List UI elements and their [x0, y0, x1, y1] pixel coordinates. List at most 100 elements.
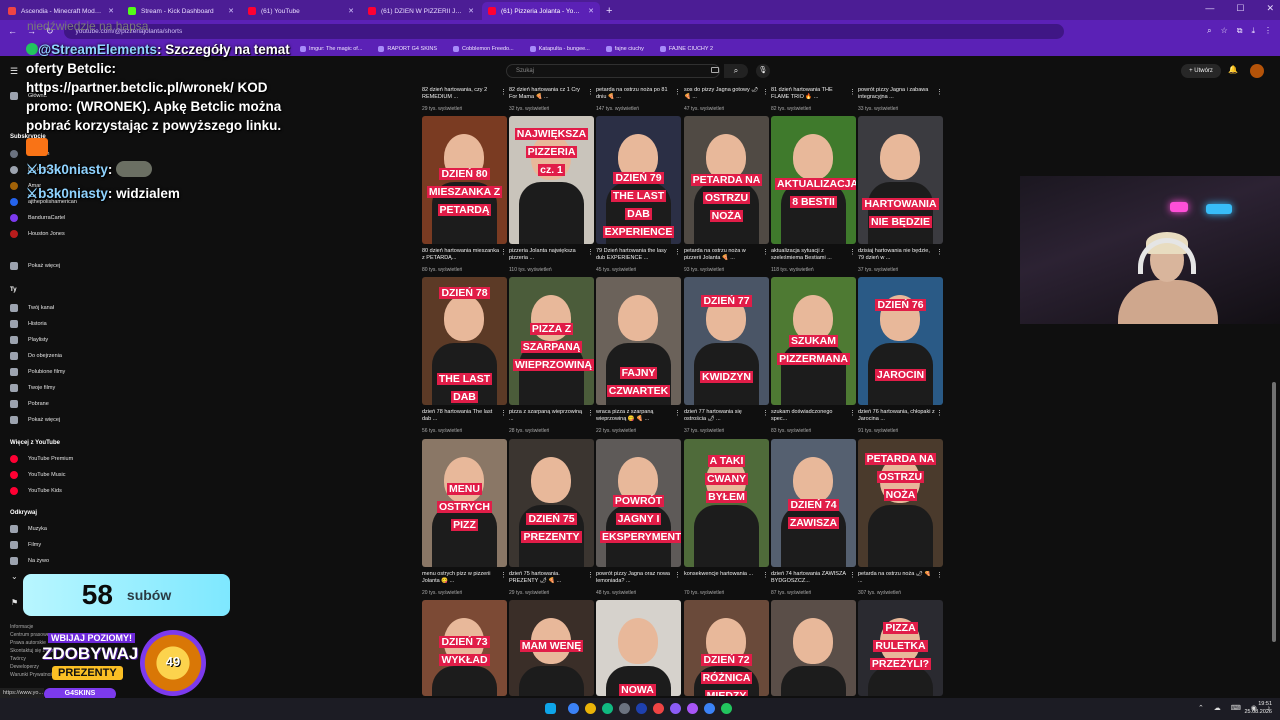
download-icon[interactable]: ⤓ — [1251, 26, 1255, 36]
short-thumbnail[interactable]: HARTOWANIA NIE BĘDZIE — [858, 116, 943, 244]
taskbar-app-icon[interactable] — [704, 703, 715, 714]
short-thumbnail[interactable]: DZIEŃ 75 PREZENTY — [509, 439, 594, 567]
maximize-button[interactable]: ☐ — [1236, 3, 1244, 14]
short-title[interactable]: dzień 75 hartowania. PREZENTY 🌶 🍕 ... — [509, 571, 587, 585]
more-options-icon[interactable]: ⋮ — [849, 409, 856, 417]
star-icon[interactable]: ☆ — [1221, 26, 1228, 36]
taskbar-app-icon[interactable] — [568, 703, 579, 714]
tab-close-icon[interactable]: ✕ — [228, 7, 234, 15]
sidebar-item[interactable]: YouTube Premium — [10, 455, 73, 463]
short-thumbnail[interactable]: A TAKI CWANY BYŁEM — [684, 439, 769, 567]
chevron-down-icon[interactable]: ⌄ — [11, 572, 18, 581]
more-options-icon[interactable]: ⋮ — [500, 571, 507, 579]
more-options-icon[interactable]: ⋮ — [936, 248, 943, 256]
short-thumbnail[interactable]: PETARDA NA OSTRZU NOŻA — [684, 116, 769, 244]
short-thumbnail[interactable] — [771, 600, 856, 696]
more-options-icon[interactable]: ⋮ — [936, 88, 946, 96]
short-thumbnail[interactable]: DZIEŃ 73 WYKŁAD — [422, 600, 507, 696]
taskbar-app-icon[interactable] — [602, 703, 613, 714]
short-title[interactable]: petarda na ostrzu noża w pizzerii Jolant… — [684, 248, 762, 262]
short-thumbnail[interactable]: MAM WENĘ — [509, 600, 594, 696]
short-title[interactable]: petarda na ostrzu noża po 81 dniu 🍕 ... — [596, 87, 674, 101]
sidebar-item[interactable]: Playlisty — [10, 336, 48, 344]
short-thumbnail[interactable]: MENU OSTRYCH PIZZ — [422, 439, 507, 567]
more-options-icon[interactable]: ⋮ — [849, 248, 856, 256]
more-options-icon[interactable]: ⋮ — [849, 571, 856, 579]
more-options-icon[interactable]: ⋮ — [936, 409, 943, 417]
short-title[interactable]: pizza z szarpaną wieprzowiną ... — [509, 409, 587, 423]
more-options-icon[interactable]: ⋮ — [674, 409, 681, 417]
short-title[interactable]: 80 dzień hartowania mieszanka z PETARDĄ.… — [422, 248, 500, 262]
short-title[interactable]: sos do pizzy Jagna gotowy 🌶 🍕 ... — [684, 87, 762, 101]
short-thumbnail[interactable]: FAJNY CZWARTEK — [596, 277, 681, 405]
zoom-icon[interactable]: ⌕ — [1207, 26, 1211, 36]
sidebar-item[interactable]: YouTube Music — [10, 471, 66, 479]
short-title[interactable]: pizzeria Jolanta największa pizzeria ... — [509, 248, 587, 262]
footer-link[interactable]: Prawa autorskie — [10, 640, 46, 646]
short-thumbnail[interactable]: PIZZA RULETKA PRZEŻYLI? — [858, 600, 943, 696]
browser-tab[interactable]: (61) YouTube ✕ — [242, 2, 360, 20]
sidebar-item[interactable]: Pokaż więcej — [10, 416, 60, 424]
short-title[interactable]: powrót pizzy Jagna i zabawa integracyjna… — [858, 87, 936, 101]
more-options-icon[interactable]: ⋮ — [936, 571, 943, 579]
sidebar-item[interactable]: Polubione filmy — [10, 368, 65, 376]
footer-link[interactable]: Deweloperzy — [10, 664, 39, 670]
short-thumbnail[interactable]: DZIEŃ 72RÓŻNICA MIĘDZYHABANERO A — [684, 600, 769, 696]
taskbar-app-icon[interactable] — [636, 703, 647, 714]
short-title[interactable]: 79 Dzień hartowania the lasy dub EXPERIE… — [596, 248, 674, 262]
sidebar-item[interactable]: Twoje filmy — [10, 384, 55, 392]
short-thumbnail[interactable]: DZIEŃ 74 ZAWISZA — [771, 439, 856, 567]
more-options-icon[interactable]: ⋮ — [500, 248, 507, 256]
sidebar-item[interactable]: Twój kanał — [10, 304, 54, 312]
sidebar-item[interactable]: Pokaż więcej — [10, 262, 60, 270]
taskbar-app-icon[interactable] — [653, 703, 664, 714]
short-title[interactable]: wraca pizza z szarpaną wieprzowiną 😋 🍕 .… — [596, 409, 674, 423]
short-thumbnail[interactable]: DZIEŃ 77 KWIDZYN — [684, 277, 769, 405]
short-title[interactable]: dzień 77 hartowania się ostrościa 🌶 ... — [684, 409, 762, 423]
more-options-icon[interactable]: ⋮ — [500, 409, 507, 417]
short-title[interactable]: dzień 76 hartowania, chłopaki z Jarocina… — [858, 409, 936, 423]
taskbar-clock[interactable]: 19:51 25.08.2026 — [1244, 700, 1272, 716]
more-options-icon[interactable]: ⋮ — [674, 571, 681, 579]
sidebar-item[interactable]: Historia — [10, 320, 47, 328]
short-thumbnail[interactable]: SZUKAM PIZZERMANA — [771, 277, 856, 405]
more-options-icon[interactable]: ⋮ — [587, 571, 594, 579]
more-options-icon[interactable]: ⋮ — [587, 248, 594, 256]
scrollbar[interactable] — [1272, 382, 1276, 642]
create-button[interactable]: + Utwórz — [1181, 64, 1221, 78]
short-thumbnail[interactable]: DZIEŃ 80 MIESZANKA Z PETARDĄ — [422, 116, 507, 244]
more-options-icon[interactable]: ⋮ — [762, 571, 769, 579]
bell-icon[interactable]: 🔔 — [1228, 65, 1238, 74]
minimize-button[interactable]: — — [1205, 3, 1214, 14]
short-title[interactable]: dzień 78 hartowania The last dab ... — [422, 409, 500, 423]
footer-link[interactable]: Informacje — [10, 624, 33, 630]
footer-link[interactable]: Twórcy — [10, 656, 26, 662]
short-thumbnail[interactable]: PETARDA NA OSTRZU NOŻA — [858, 439, 943, 567]
back-icon[interactable]: ← — [8, 26, 17, 36]
taskbar-app-icon[interactable] — [619, 703, 630, 714]
sidebar-item[interactable]: Filmy — [10, 541, 41, 549]
taskbar-app-icon[interactable] — [670, 703, 681, 714]
short-title[interactable]: 82 dzień hartowania cz 1 Cry For Mama 🍕 … — [509, 87, 587, 101]
short-title[interactable]: dzień 74 hartowania ZAWISZA BYDGOSZCZ... — [771, 571, 849, 585]
short-title[interactable]: menu ostrych pizz w pizzerii Jolanta 😋 .… — [422, 571, 500, 585]
taskbar-app-icon[interactable] — [687, 703, 698, 714]
windows-start-icon[interactable] — [545, 703, 556, 714]
browser-tab[interactable]: Ascendia - Minecraft Modpack ✕ — [2, 2, 120, 20]
sidebar-item[interactable]: Muzyka — [10, 525, 47, 533]
short-title[interactable]: 82 dzień hartowania, czy 2 REMEDIUM ... — [422, 87, 500, 101]
short-thumbnail[interactable]: PIZZA Z SZARPANĄ WIEPRZOWINĄ — [509, 277, 594, 405]
more-options-icon[interactable]: ⋮ — [762, 248, 769, 256]
short-thumbnail[interactable]: DZIEŃ 79 THE LAST DAB EXPERIENCE — [596, 116, 681, 244]
short-thumbnail[interactable]: POWRÓT JAGNY I EKSPERYMENT — [596, 439, 681, 567]
taskbar-app-icon[interactable] — [721, 703, 732, 714]
hamburger-icon[interactable]: ☰ — [10, 66, 18, 77]
short-title[interactable]: 81 dzień hartowania THE FLAME TRIO 🔥 ... — [771, 87, 849, 101]
extensions-icon[interactable]: ⧉ — [1237, 26, 1243, 36]
avatar[interactable] — [1250, 64, 1264, 78]
short-title[interactable]: aktualizacja sytuacji z szeleśmiema Best… — [771, 248, 849, 262]
short-thumbnail[interactable]: DZIEŃ 76 JAROCIN — [858, 277, 943, 405]
short-thumbnail[interactable]: DZIEŃ 78 THE LAST DABTHERMAGEDDON — [422, 277, 507, 405]
sidebar-item[interactable]: Na żywo — [10, 557, 49, 565]
short-thumbnail[interactable]: NOWA PIĘKNA — [596, 600, 681, 696]
